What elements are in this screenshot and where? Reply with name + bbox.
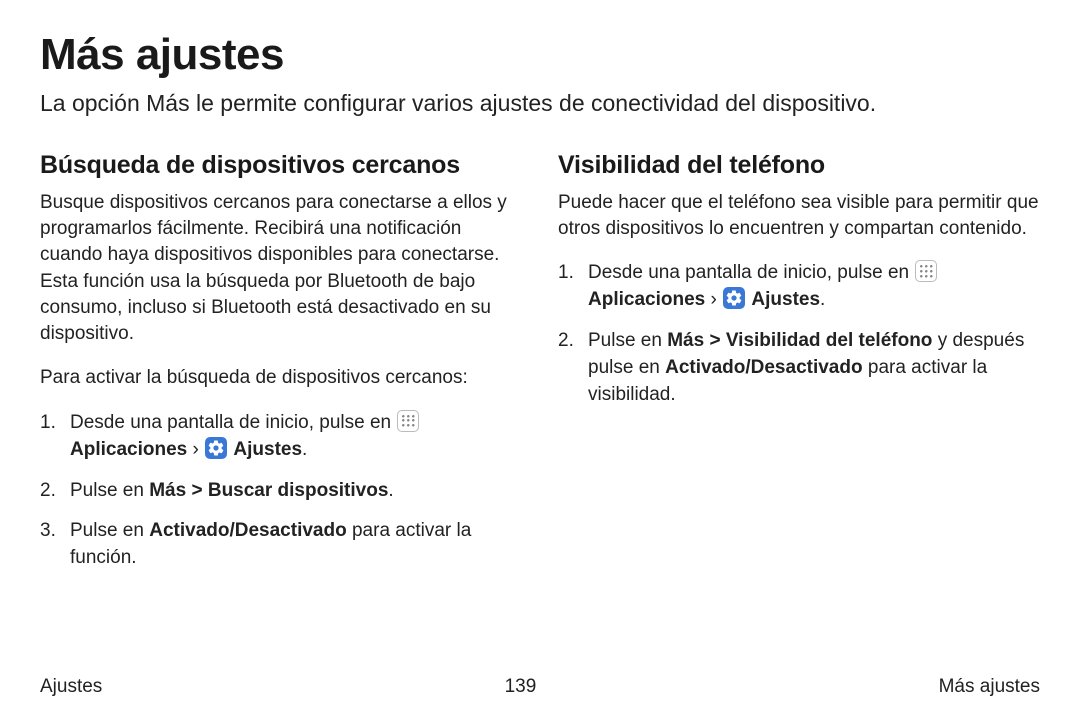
page-footer: Ajustes 139 Más ajustes	[40, 676, 1040, 698]
footer-page-number: 139	[505, 676, 537, 698]
steps-visibility: Desde una pantalla de inicio, pulse en A…	[558, 260, 1040, 409]
step-item: Pulse en Activado/Desactivado para activ…	[40, 518, 522, 572]
settings-label: Ajustes	[751, 289, 820, 310]
section-heading-visibility: Visibilidad del teléfono	[558, 151, 1040, 180]
step-text: Pulse en	[588, 330, 667, 351]
apps-label: Aplicaciones	[588, 289, 705, 310]
footer-right: Más ajustes	[939, 676, 1040, 698]
step-item: Desde una pantalla de inicio, pulse en A…	[40, 410, 522, 464]
step-item: Desde una pantalla de inicio, pulse en A…	[558, 260, 1040, 314]
page-title: Más ajustes	[40, 30, 1040, 80]
settings-icon	[205, 437, 227, 459]
apps-icon	[915, 260, 937, 282]
period: .	[388, 480, 393, 501]
section-para-visibility: Puede hacer que el teléfono sea visible …	[558, 190, 1040, 242]
settings-icon	[723, 287, 745, 309]
section-para-nearby: Busque dispositivos cercanos para conect…	[40, 190, 522, 347]
steps-nearby: Desde una pantalla de inicio, pulse en A…	[40, 410, 522, 573]
separator: ›	[187, 439, 204, 460]
intro-text: La opción Más le permite configurar vari…	[40, 88, 1040, 119]
period: .	[820, 289, 825, 310]
step-item: Pulse en Más > Visibilidad del teléfono …	[558, 328, 1040, 409]
step-text: Pulse en	[70, 480, 149, 501]
step-bold: Más > Buscar dispositivos	[149, 480, 388, 501]
left-column: Búsqueda de dispositivos cercanos Busque…	[40, 151, 522, 586]
step-bold: Más > Visibilidad del teléfono	[667, 330, 932, 351]
footer-left: Ajustes	[40, 676, 102, 698]
right-column: Visibilidad del teléfono Puede hacer que…	[558, 151, 1040, 586]
apps-icon	[397, 410, 419, 432]
settings-label: Ajustes	[233, 439, 302, 460]
separator: ›	[705, 289, 722, 310]
step-text: Desde una pantalla de inicio, pulse en	[588, 262, 914, 283]
step-bold: Activado/Desactivado	[665, 357, 862, 378]
step-item: Pulse en Más > Buscar dispositivos.	[40, 478, 522, 505]
section-lead-nearby: Para activar la búsqueda de dispositivos…	[40, 365, 522, 391]
period: .	[302, 439, 307, 460]
step-text: Pulse en	[70, 520, 149, 541]
step-bold: Activado/Desactivado	[149, 520, 346, 541]
content-columns: Búsqueda de dispositivos cercanos Busque…	[40, 151, 1040, 586]
step-text: Desde una pantalla de inicio, pulse en	[70, 412, 396, 433]
apps-label: Aplicaciones	[70, 439, 187, 460]
section-heading-nearby: Búsqueda de dispositivos cercanos	[40, 151, 522, 180]
